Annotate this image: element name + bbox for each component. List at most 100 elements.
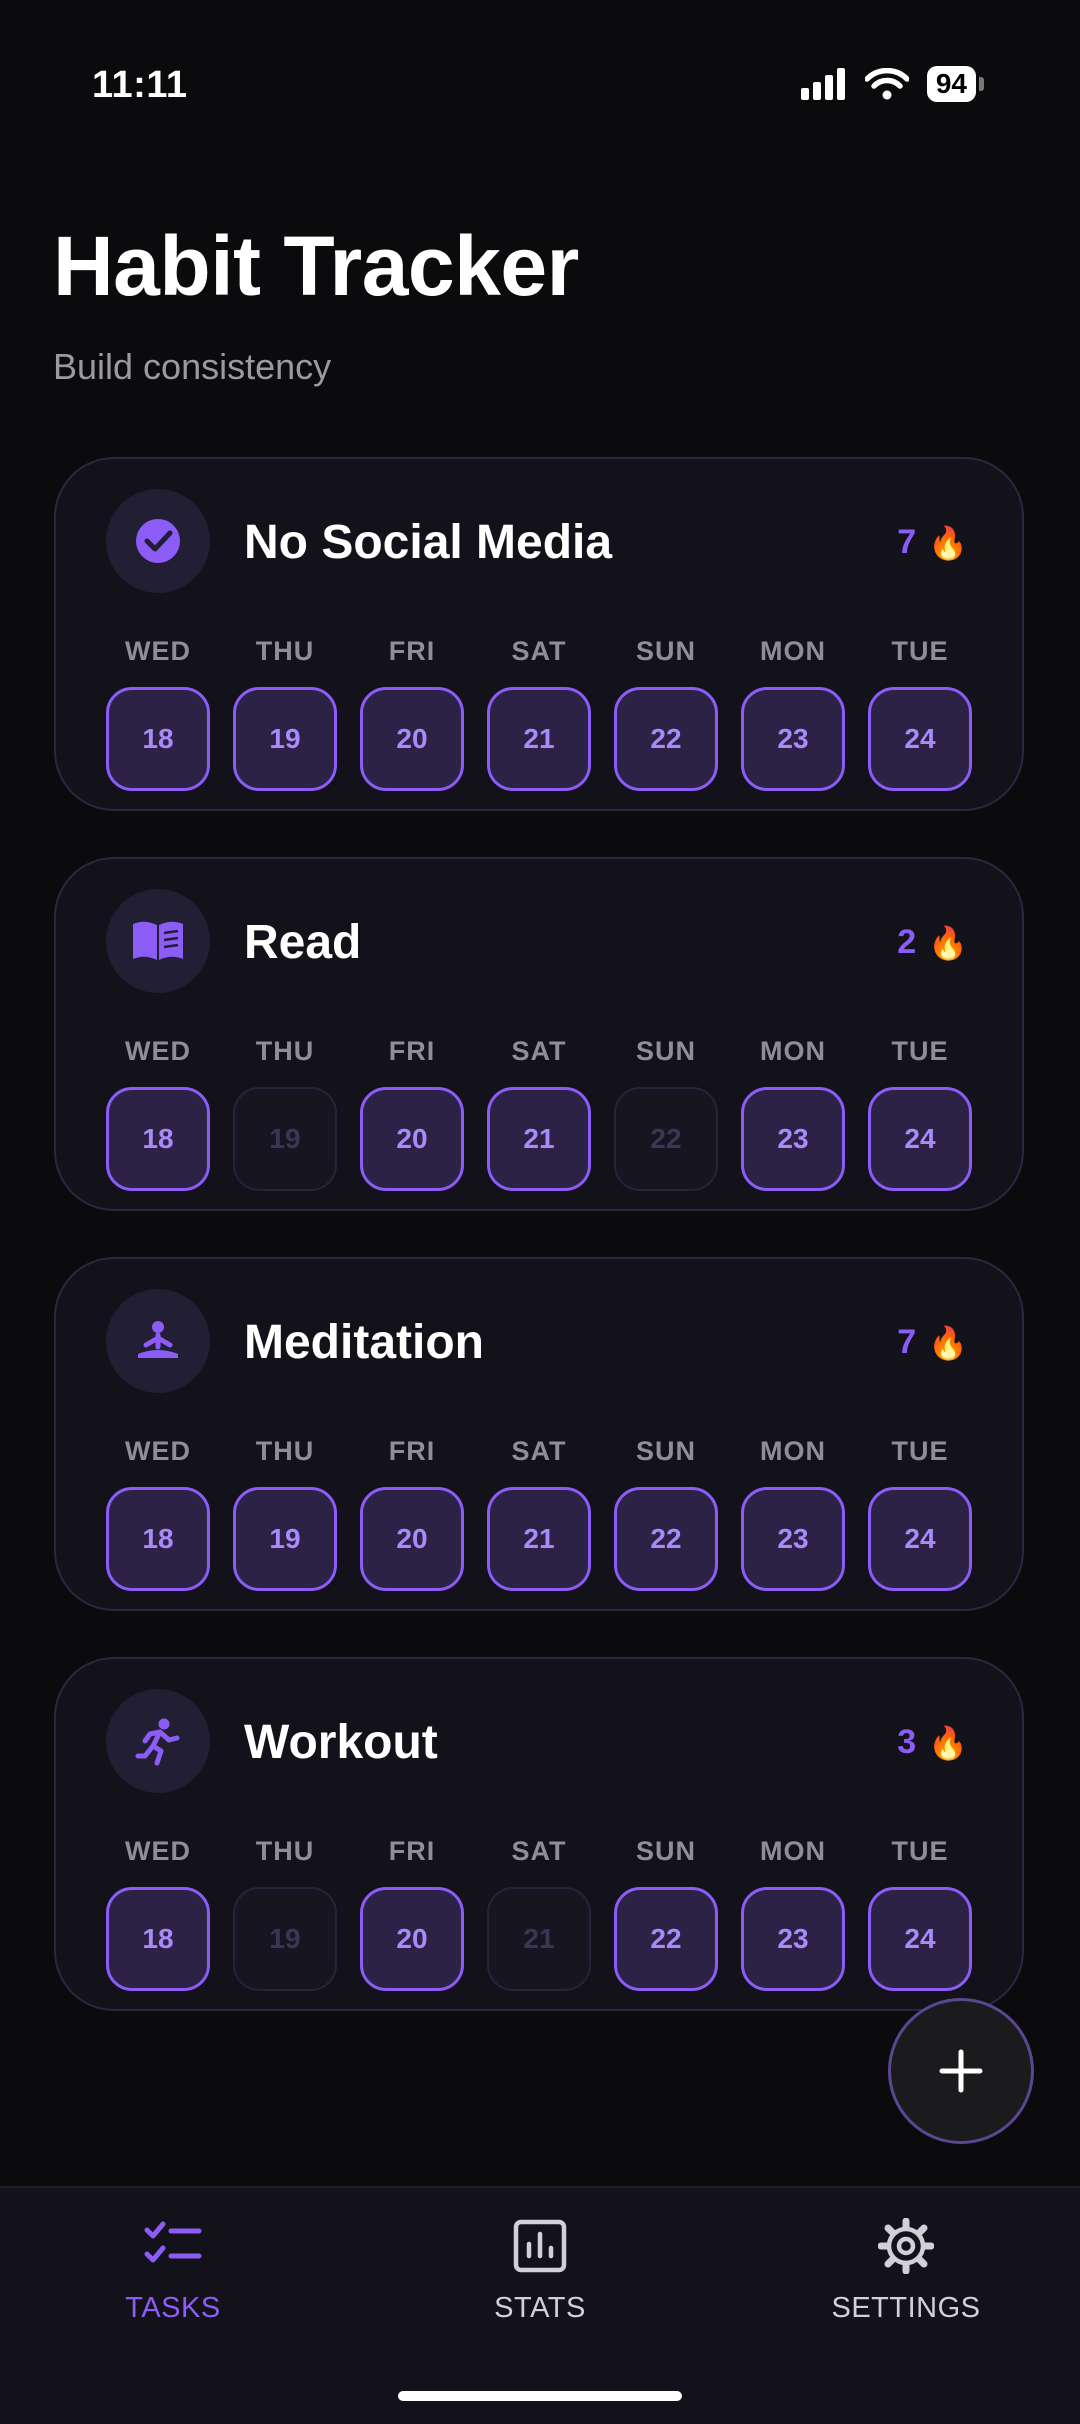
battery-level: 94 [926,66,976,102]
gear-icon [878,2218,934,2274]
week-days-row: WED 18 THU 19 FRI 20 SAT 21 SUN 22 MON 23 TUE 24 [106,1833,972,1991]
cellular-signal-icon [800,68,845,100]
day-label: TUE [891,1836,949,1866]
day-label: THU [255,636,315,666]
day-toggle-completed[interactable]: 23 [741,1887,845,1991]
day-toggle-missed[interactable]: 22 [614,1087,718,1191]
day-column: MON 23 [741,1433,845,1591]
day-toggle-completed[interactable]: 22 [614,1887,718,1991]
day-label: TUE [891,636,949,666]
day-column: THU 19 [233,1033,337,1191]
day-toggle-completed[interactable]: 21 [487,687,591,791]
status-time: 11:11 [92,64,188,106]
add-habit-button[interactable] [888,1998,1034,2144]
day-toggle-completed[interactable]: 20 [360,1887,464,1991]
day-toggle-completed[interactable]: 19 [233,687,337,791]
day-column: SUN 22 [614,1433,718,1591]
day-column: SUN 22 [614,633,718,791]
page-title: Habit Tracker [53,219,579,313]
day-toggle-completed[interactable]: 20 [360,687,464,791]
day-toggle-completed[interactable]: 20 [360,1487,464,1591]
day-toggle-completed[interactable]: 24 [868,1887,972,1991]
day-label: MON [760,1036,826,1066]
day-column: FRI 20 [360,633,464,791]
day-column: SAT 21 [487,633,591,791]
nav-tab-stats[interactable]: STATS [420,2218,660,2325]
day-toggle-completed[interactable]: 19 [233,1487,337,1591]
habit-name: Meditation [244,1316,484,1369]
day-toggle-completed[interactable]: 23 [741,687,845,791]
day-toggle-completed[interactable]: 22 [614,687,718,791]
day-column: TUE 24 [868,633,972,791]
habit-name: Read [244,916,362,969]
day-toggle-completed[interactable]: 18 [106,1487,210,1591]
day-column: WED 18 [106,1433,210,1591]
habit-card[interactable]: Read 2 🔥 WED 18 THU 19 FRI 20 SAT 21 SUN 22 MON 23 TUE 2… [54,857,1024,1211]
day-label: THU [255,1836,315,1866]
flame-icon: 🔥 [928,1324,968,1361]
day-toggle-completed[interactable]: 23 [741,1087,845,1191]
flame-icon: 🔥 [928,524,968,561]
day-toggle-completed[interactable]: 18 [106,1087,210,1191]
flame-icon: 🔥 [928,924,968,961]
book-icon [133,921,183,960]
stats-icon [513,2219,567,2273]
day-toggle-completed[interactable]: 23 [741,1487,845,1591]
day-column: FRI 20 [360,1433,464,1591]
streak-count: 7 [897,523,917,561]
plus-icon [939,2049,983,2093]
day-toggle-missed[interactable]: 19 [233,1087,337,1191]
habit-icon-badge [106,1289,210,1393]
habit-name: No Social Media [244,516,613,569]
day-column: FRI 20 [360,1033,464,1191]
day-toggle-completed[interactable]: 24 [868,1487,972,1591]
day-toggle-completed[interactable]: 18 [106,1887,210,1991]
running-icon [135,1718,180,1766]
day-column: SAT 21 [487,1033,591,1191]
day-toggle-completed[interactable]: 20 [360,1087,464,1191]
habit-card[interactable]: Meditation 7 🔥 WED 18 THU 19 FRI 20 SAT 21 SUN 22 MON… [54,1257,1024,1611]
day-column: WED 18 [106,633,210,791]
day-column: WED 18 [106,1033,210,1191]
day-toggle-missed[interactable]: 21 [487,1887,591,1991]
habit-card[interactable]: No Social Media 7 🔥 WED 18 THU 19 FRI 20 SAT 21 SUN… [54,457,1024,811]
day-toggle-completed[interactable]: 22 [614,1487,718,1591]
week-days-row: WED 18 THU 19 FRI 20 SAT 21 SUN 22 MON 23 TUE 24 [106,633,972,791]
nav-label-settings: SETTINGS [831,2292,981,2324]
day-label: SAT [511,1836,567,1866]
day-toggle-completed[interactable]: 24 [868,687,972,791]
streak-counter: 2 🔥 [897,923,968,962]
home-indicator [398,2391,682,2401]
day-column: SUN 22 [614,1033,718,1191]
day-label: FRI [388,1036,436,1066]
day-column: FRI 20 [360,1833,464,1991]
day-label: FRI [388,1436,436,1466]
day-label: WED [125,1036,191,1066]
day-column: TUE 24 [868,1033,972,1191]
day-column: TUE 24 [868,1433,972,1591]
day-toggle-completed[interactable]: 18 [106,687,210,791]
streak-counter: 3 🔥 [897,1723,968,1762]
day-toggle-completed[interactable]: 24 [868,1087,972,1191]
day-label: TUE [891,1436,949,1466]
day-toggle-completed[interactable]: 21 [487,1487,591,1591]
day-toggle-completed[interactable]: 21 [487,1087,591,1191]
day-column: MON 23 [741,1033,845,1191]
nav-tab-tasks[interactable]: TASKS [53,2218,293,2325]
day-label: SAT [511,636,567,666]
day-label: SAT [511,1436,567,1466]
habit-card[interactable]: Workout 3 🔥 WED 18 THU 19 FRI 20 SAT 21 SUN 22 MON 23 T… [54,1657,1024,2011]
day-label: SUN [635,1836,696,1866]
nav-tab-settings[interactable]: SETTINGS [786,2218,1026,2325]
day-toggle-missed[interactable]: 19 [233,1887,337,1991]
check-circle-icon [136,519,180,563]
day-label: FRI [388,1836,436,1866]
streak-counter: 7 🔥 [897,523,968,562]
day-label: WED [125,1436,191,1466]
day-label: WED [125,636,191,666]
day-label: SAT [511,1036,567,1066]
streak-count: 3 [897,1723,917,1761]
nav-label-stats: STATS [494,2292,586,2324]
day-label: FRI [388,636,436,666]
status-icons: 94 [800,66,984,102]
